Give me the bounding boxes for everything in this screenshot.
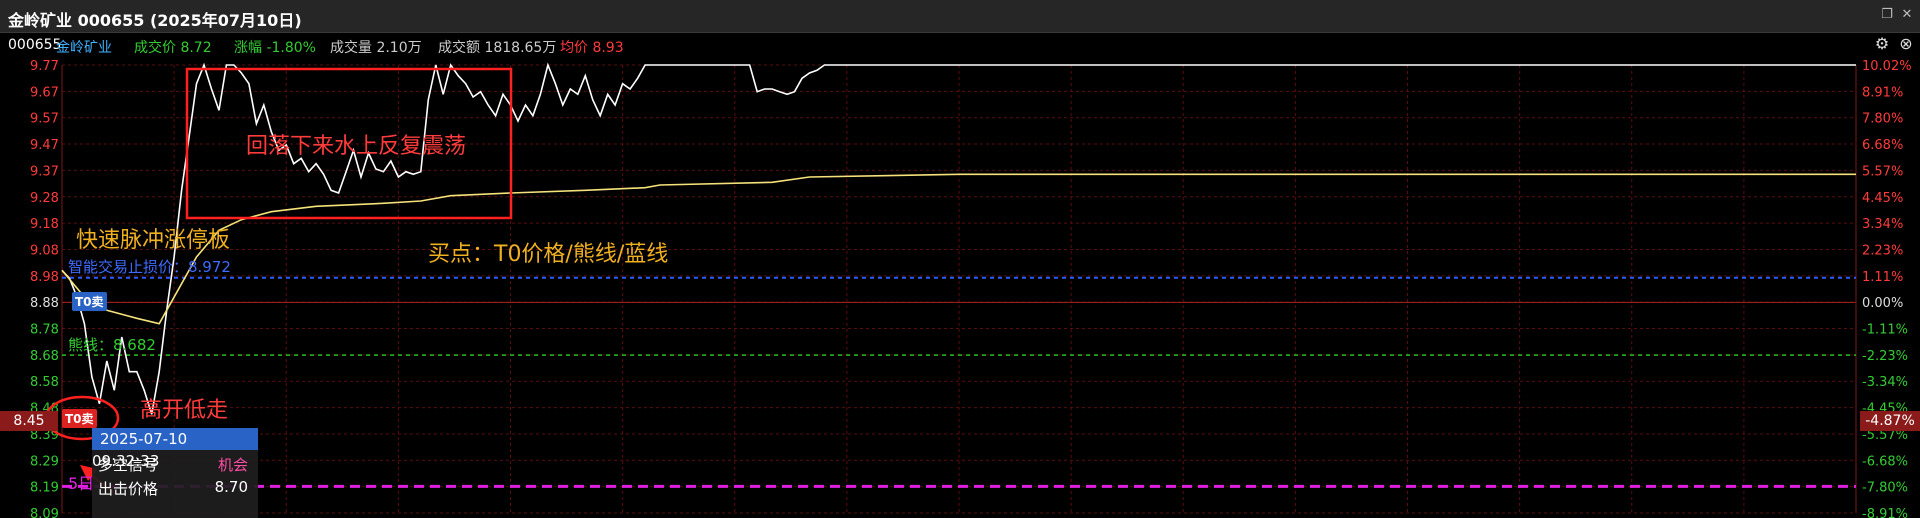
- tooltip-price-label: 出击价格: [98, 480, 159, 498]
- five-day-label: 5日: [68, 474, 95, 493]
- amount-label: 成交额 1818.65万: [438, 40, 557, 56]
- t0-sell-badge-blue[interactable]: T0卖: [72, 292, 107, 311]
- bear-line-label: 熊线：8.682: [68, 336, 156, 354]
- pulse-annotation: 快速脉冲涨停板: [76, 228, 231, 253]
- tooltip-price-value: 8.70: [214, 478, 248, 496]
- title-bar: 金岭矿业 000655 (2025年07月10日) ❐ ✕: [0, 0, 1920, 33]
- current-price-tag: 8.45: [0, 411, 58, 431]
- gear-icon[interactable]: ⚙: [1873, 35, 1891, 53]
- low-annotation: 高开低走: [140, 398, 229, 423]
- y-tick-right: 4.45%: [1862, 191, 1903, 206]
- buy-annotation: 买点：T0价格/熊线/蓝线: [428, 242, 669, 267]
- y-tick-left: 9.18: [30, 217, 59, 232]
- y-tick-right: -2.23%: [1862, 349, 1908, 364]
- y-tick-right: -7.80%: [1862, 481, 1908, 496]
- y-tick-left: 9.08: [30, 243, 59, 258]
- y-tick-left: 9.77: [30, 59, 59, 74]
- y-tick-right: 5.57%: [1862, 164, 1903, 179]
- y-tick-right: -3.34%: [1862, 375, 1908, 390]
- tooltip-row-price: 出击价格 8.70: [98, 478, 248, 499]
- signal-tooltip: 2025-07-10 09:32:33 多空信号 机会 出击价格 8.70: [92, 428, 258, 518]
- y-tick-left: 8.68: [30, 349, 59, 364]
- y-tick-right: 3.34%: [1862, 217, 1903, 232]
- y-tick-left: 8.19: [30, 481, 59, 496]
- price-label: 成交价 8.72: [134, 40, 212, 56]
- close-icon[interactable]: ✕: [1900, 8, 1914, 22]
- tooltip-signal-label: 多空信号: [98, 456, 159, 474]
- y-tick-left: 8.58: [30, 375, 59, 390]
- y-tick-left: 8.88: [30, 296, 59, 311]
- volume-label: 成交量 2.10万: [330, 40, 422, 56]
- y-tick-left: 9.57: [30, 112, 59, 127]
- y-tick-right: 10.02%: [1862, 59, 1912, 74]
- y-tick-left: 8.09: [30, 507, 59, 518]
- t0-sell-badge-red[interactable]: T0卖: [62, 409, 97, 428]
- y-tick-right: 1.11%: [1862, 270, 1903, 285]
- y-tick-right: 0.00%: [1862, 296, 1903, 311]
- y-tick-right: 8.91%: [1862, 85, 1903, 100]
- y-tick-left: 8.98: [30, 270, 59, 285]
- intraday-chart: 9.77 10.02% 9.67 8.91% 9.57 7.80% 9.47 6.68% 9.3…: [30, 59, 1912, 518]
- y-tick-left: 9.67: [30, 85, 59, 100]
- info-bar: 000655 金岭矿业 成交价 8.72 涨幅 -1.80% 成交量 2.10万…: [0, 33, 1920, 57]
- y-tick-right: -1.11%: [1862, 323, 1908, 338]
- avg-label: 均价 8.93: [560, 40, 624, 56]
- y-tick-left: 8.78: [30, 323, 59, 338]
- y-tick-right: 7.80%: [1862, 112, 1903, 127]
- y-tick-right: 2.23%: [1862, 243, 1903, 258]
- y-tick-left: 9.37: [30, 164, 59, 179]
- y-tick-right: -8.91%: [1862, 507, 1908, 518]
- y-tick-right: 6.68%: [1862, 138, 1903, 153]
- y-tick-left: 9.28: [30, 191, 59, 206]
- chart-window: 金岭矿业 000655 (2025年07月10日) ❐ ✕ 000655 金岭矿…: [0, 0, 1920, 518]
- current-pct-tag: -4.87%: [1860, 411, 1920, 431]
- restore-icon[interactable]: ❐: [1880, 8, 1894, 22]
- box-annotation: 回落下来水上反复震荡: [246, 134, 467, 159]
- y-tick-left: 9.47: [30, 138, 59, 153]
- close-chart-icon[interactable]: ⊗: [1897, 35, 1915, 53]
- stock-name: 金岭矿业: [56, 40, 112, 56]
- tooltip-time: 2025-07-10 09:32:33: [92, 428, 258, 470]
- y-tick-right: -6.68%: [1862, 454, 1908, 469]
- stock-code: 000655: [8, 37, 62, 53]
- tooltip-signal-value: 机会: [217, 456, 248, 474]
- stop-price-label: 智能交易止损价：8.972: [68, 258, 231, 276]
- window-title: 金岭矿业 000655 (2025年07月10日): [8, 11, 302, 30]
- y-tick-left: 8.29: [30, 454, 59, 469]
- tooltip-row-signal: 多空信号 机会: [98, 454, 248, 475]
- change-label: 涨幅 -1.80%: [234, 40, 316, 56]
